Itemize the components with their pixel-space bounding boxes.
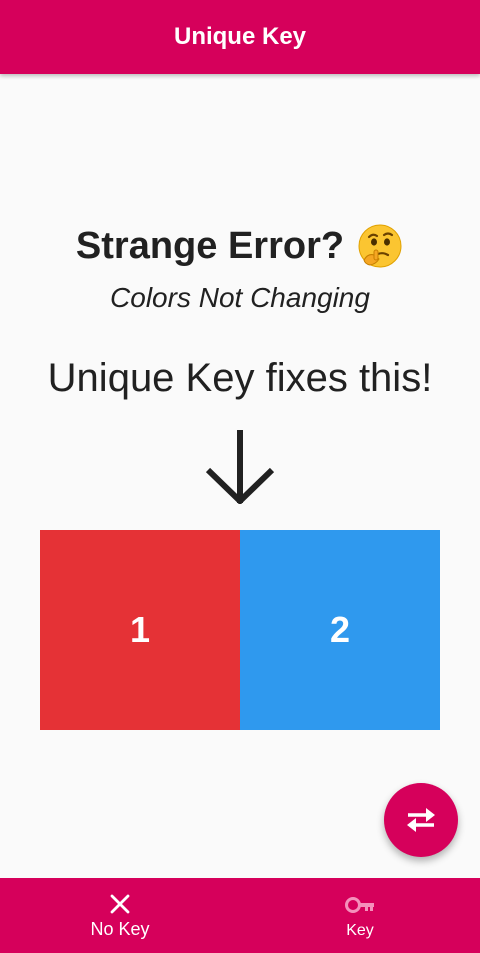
tile-2: 2 [240, 530, 440, 730]
headline: Strange Error? [0, 222, 480, 270]
bottom-navigation: No Key Key [0, 878, 480, 953]
headline-text: Strange Error? [75, 224, 345, 267]
tile-2-label: 2 [329, 609, 351, 650]
close-icon [110, 894, 130, 914]
app-bar: Unique Key [0, 0, 480, 74]
arrow-down-icon [205, 430, 275, 504]
thinking-face-icon [358, 224, 402, 268]
swap-icon [407, 808, 435, 832]
subtitle: Colors Not Changing [110, 282, 370, 313]
nav-label-key: Key [346, 921, 374, 939]
fix-text: Unique Key fixes this! [47, 356, 433, 400]
tiles-row: 1 2 [40, 530, 440, 730]
tile-1-label: 1 [129, 609, 151, 650]
swap-fab-button[interactable] [384, 783, 458, 857]
key-icon [345, 896, 374, 913]
tile-1: 1 [40, 530, 240, 730]
nav-label-no-key: No Key [90, 919, 150, 939]
nav-item-key[interactable]: Key [240, 878, 480, 953]
nav-item-no-key[interactable]: No Key [0, 878, 240, 953]
app-title: Unique Key [173, 23, 307, 50]
